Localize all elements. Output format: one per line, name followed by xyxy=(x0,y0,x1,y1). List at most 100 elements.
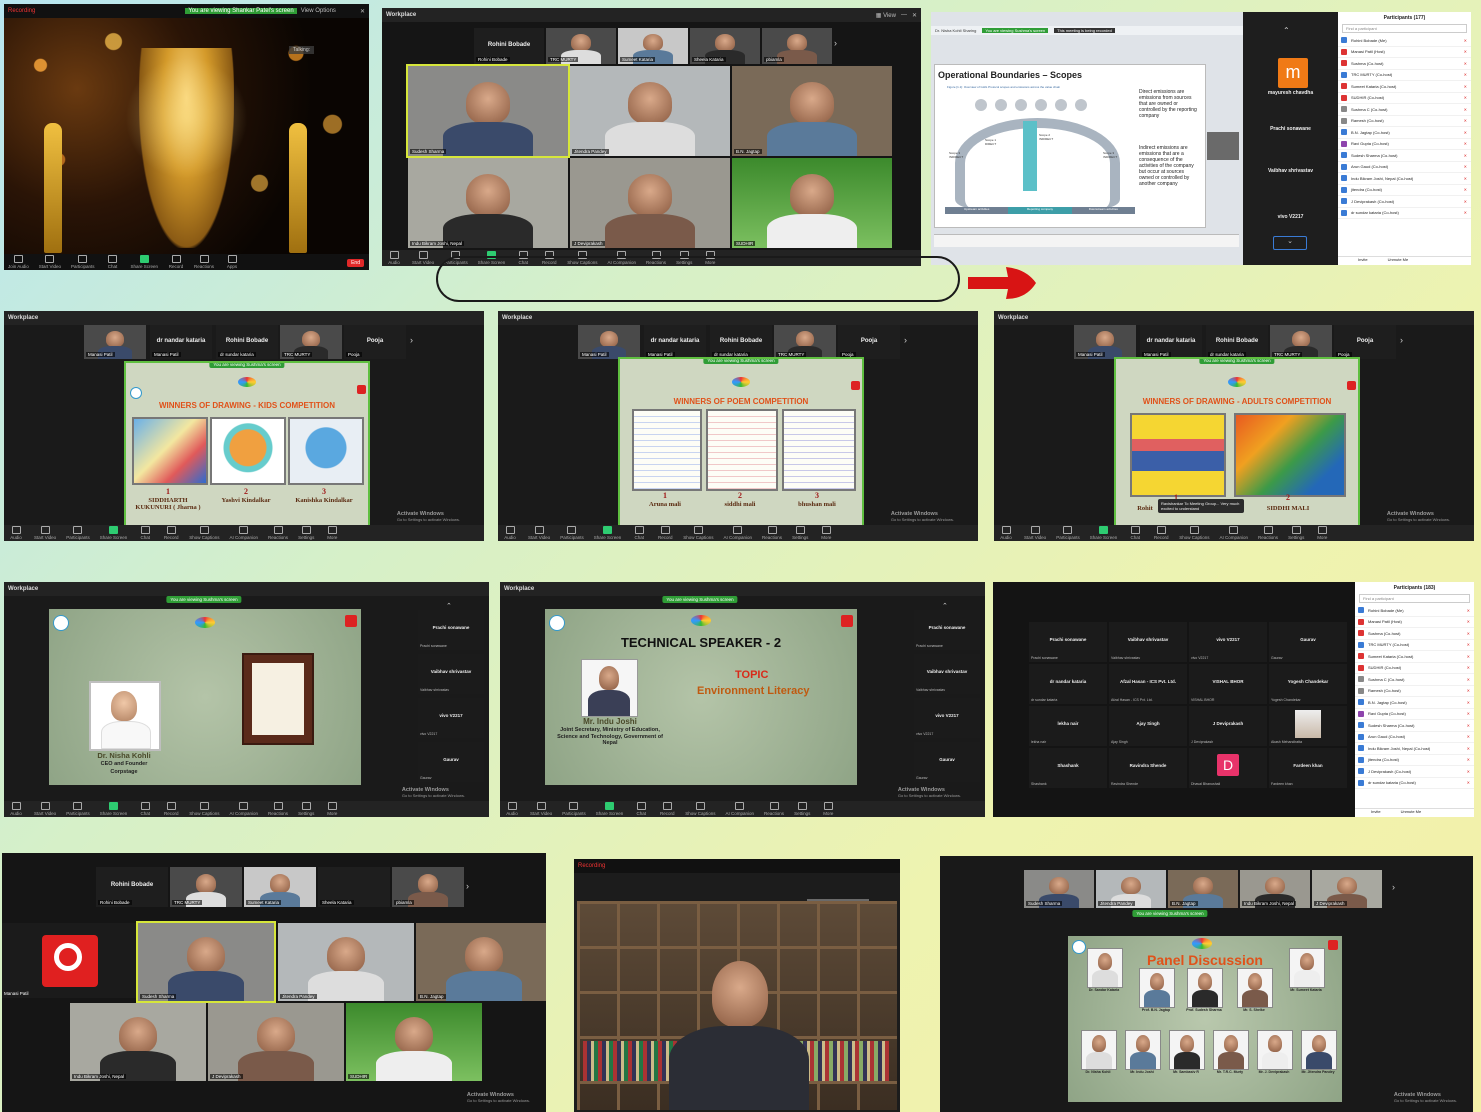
video-tile[interactable]: Vaibhav shrivastav Vaibhav shrivastav xyxy=(914,654,980,694)
participant-row[interactable]: dr sundar kataria (Co-host) ✕ xyxy=(1355,778,1474,789)
toolbar-button[interactable]: Chat xyxy=(1127,526,1143,540)
video-tile[interactable]: TRC MURTY xyxy=(1270,325,1332,359)
mic-muted-icon[interactable]: ✕ xyxy=(1467,780,1470,785)
mic-muted-icon[interactable]: ✕ xyxy=(1467,677,1470,682)
participant-row[interactable]: Sumeet Kataria (Co-host) ✕ xyxy=(1355,651,1474,663)
toolbar-button[interactable]: More xyxy=(324,526,340,540)
video-tile[interactable]: Prachi sonawane Prachi sonawane xyxy=(418,610,484,650)
toolbar-button[interactable]: Record xyxy=(657,526,673,540)
mic-muted-icon[interactable]: ✕ xyxy=(1467,769,1470,774)
video-tile[interactable]: Ravindra Shende Ravindra Shende xyxy=(1109,748,1187,788)
participant-row[interactable]: TRC MURTY (Co-host) ✕ xyxy=(1355,640,1474,651)
scroll-up-icon[interactable]: ⌃ xyxy=(942,602,948,610)
mic-muted-icon[interactable]: ✕ xyxy=(1464,49,1467,54)
toolbar-button[interactable]: Audio xyxy=(504,802,520,816)
video-tile[interactable]: Rohini Bobade dr sundar kataria xyxy=(216,325,278,359)
participant-row[interactable]: B.N. Jagtap (Co-host) ✕ xyxy=(1338,127,1471,139)
mic-muted-icon[interactable]: ✕ xyxy=(1467,757,1470,762)
toolbar-button[interactable]: Chat xyxy=(137,526,153,540)
participant-row[interactable]: TRC MURTY (Co-host) ✕ xyxy=(1338,70,1471,81)
participant-row[interactable]: Sushma (Co-host) ✕ xyxy=(1338,58,1471,70)
video-tile[interactable]: Gaurav Gaurav xyxy=(914,742,980,782)
find-participant-input[interactable]: Find a participant xyxy=(1359,594,1470,603)
video-tile[interactable]: Pooja Pooja xyxy=(344,325,406,359)
mic-muted-icon[interactable]: ✕ xyxy=(1467,608,1470,613)
video-tile[interactable]: J Deviprakash xyxy=(570,158,730,248)
view-options-button[interactable]: View Options xyxy=(301,8,336,14)
mic-muted-icon[interactable]: ✕ xyxy=(1464,199,1467,204)
video-tile[interactable]: Prachi sonawane Prachi sonawane xyxy=(1029,622,1107,662)
toolbar-button[interactable]: Chat xyxy=(137,802,153,816)
toolbar-button[interactable]: Reactions xyxy=(268,802,288,816)
participant-row[interactable]: J Deviprakash (Co-host) ✕ xyxy=(1338,196,1471,208)
toolbar-button[interactable]: Reactions xyxy=(268,526,288,540)
close-icon[interactable]: ✕ xyxy=(912,12,917,19)
participant-row[interactable]: Sushma (Co-host) ✕ xyxy=(1355,628,1474,640)
toolbar-button[interactable]: Reactions xyxy=(194,255,214,269)
mic-muted-icon[interactable]: ✕ xyxy=(1467,746,1470,751)
toolbar-button[interactable]: Reactions xyxy=(764,802,784,816)
toolbar-button[interactable]: More xyxy=(324,802,340,816)
video-tile[interactable]: Rohini Bobade Rohini Bobade xyxy=(96,867,168,907)
participant-row[interactable]: Sushma C (Co-host) ✕ xyxy=(1338,104,1471,116)
mic-muted-icon[interactable]: ✕ xyxy=(1464,38,1467,43)
video-tile[interactable]: Manasi Patil xyxy=(578,325,640,359)
participant-row[interactable]: jitendra (Co-host) ✕ xyxy=(1338,185,1471,196)
toolbar-button[interactable]: More xyxy=(820,802,836,816)
chat-popup[interactable]: Ravishankar To Meeting Group... Very muc… xyxy=(1158,499,1244,513)
toolbar-button[interactable]: Share Screen xyxy=(130,255,158,269)
mic-muted-icon[interactable]: ✕ xyxy=(1467,688,1470,693)
scroll-down-button[interactable]: ⌄ xyxy=(1273,236,1307,250)
toolbar-button[interactable]: Record xyxy=(163,526,179,540)
video-tile[interactable]: Pooja Pooja xyxy=(1334,325,1396,359)
next-page-icon[interactable]: › xyxy=(834,38,837,48)
toolbar-button[interactable]: Settings xyxy=(298,802,314,816)
video-tile[interactable]: J Deviprakash J Deviprakash xyxy=(1189,706,1267,746)
video-tile[interactable]: TRC MURTY xyxy=(774,325,836,359)
video-tile[interactable]: Rohini Bobade dr sundar kataria xyxy=(710,325,772,359)
participant-row[interactable]: Ramesh (Co-host) ✕ xyxy=(1355,686,1474,697)
video-tile[interactable]: pbiamla xyxy=(762,28,832,64)
toolbar-button[interactable]: Show Captions xyxy=(685,802,716,816)
view-menu[interactable]: ▦ View xyxy=(876,12,896,19)
mic-muted-icon[interactable]: ✕ xyxy=(1467,631,1470,636)
video-tile[interactable]: dr nandar kataria Manasi Patil xyxy=(1140,325,1202,359)
participant-row[interactable]: Indu Bikram Joshi, Nepal (Co-host) ✕ xyxy=(1355,743,1474,755)
video-tile[interactable]: dr nandar kataria Manasi Patil xyxy=(644,325,706,359)
video-tile[interactable]: vivo V2217 vivo V2217 xyxy=(914,698,980,738)
toolbar-button[interactable]: Start Video xyxy=(34,802,56,816)
toolbar-button[interactable]: More xyxy=(1314,526,1330,540)
toolbar-button[interactable]: Participants xyxy=(562,802,586,816)
toolbar-button[interactable]: More xyxy=(818,526,834,540)
video-tile[interactable]: lekha nair lekha nair xyxy=(1029,706,1107,746)
video-tile[interactable]: TRC MURTY xyxy=(280,325,342,359)
mic-muted-icon[interactable]: ✕ xyxy=(1464,72,1467,77)
mic-muted-icon[interactable]: ✕ xyxy=(1464,210,1467,215)
video-tile[interactable]: Jitendra Pandey xyxy=(278,923,414,1001)
video-tile[interactable]: Indu Bikram Joshi, Nepal xyxy=(1240,870,1310,908)
toolbar-button[interactable]: Share Screen xyxy=(100,526,127,540)
toolbar-button[interactable]: Record xyxy=(163,802,179,816)
video-tile[interactable]: dr nandar kataria Manasi Patil xyxy=(150,325,212,359)
mic-muted-icon[interactable]: ✕ xyxy=(1464,107,1467,112)
video-tile[interactable]: Sheela Kataria xyxy=(318,867,390,907)
toolbar-button[interactable]: Apps xyxy=(224,255,240,269)
participant-row[interactable]: Sudesh Sharma (Co-host) ✕ xyxy=(1338,150,1471,162)
invite-button[interactable]: Invite xyxy=(1371,809,1381,817)
unmute-me-button[interactable]: Unmute Me xyxy=(1401,809,1422,817)
participant-row[interactable]: jitendra (Co-host) ✕ xyxy=(1355,755,1474,766)
close-icon[interactable]: ✕ xyxy=(360,8,365,15)
toolbar-button[interactable]: Share Screen xyxy=(1090,526,1117,540)
video-tile[interactable]: Gaurav Gaurav xyxy=(1269,622,1347,662)
video-tile[interactable]: Indu Bikram Joshi, Nepal xyxy=(70,1003,206,1081)
toolbar-button[interactable]: Settings xyxy=(1288,526,1304,540)
participant-row[interactable]: Manasi Patil (Host) ✕ xyxy=(1355,617,1474,628)
next-page-icon[interactable]: › xyxy=(1400,335,1403,345)
toolbar-button[interactable]: AI Companion xyxy=(726,802,754,816)
video-tile[interactable]: Vaibhav shrivastav Vaibhav shrivastav xyxy=(418,654,484,694)
participant-row[interactable]: Ravi Gupta (Co-host) ✕ xyxy=(1338,139,1471,150)
video-tile[interactable]: Sumeet Kataria xyxy=(618,28,688,64)
video-tile[interactable]: VISHAL BHOR VISHAL BHOR xyxy=(1189,664,1267,704)
scroll-up-icon[interactable]: ⌃ xyxy=(1283,26,1290,35)
video-tile[interactable]: J Deviprakash xyxy=(208,1003,344,1081)
